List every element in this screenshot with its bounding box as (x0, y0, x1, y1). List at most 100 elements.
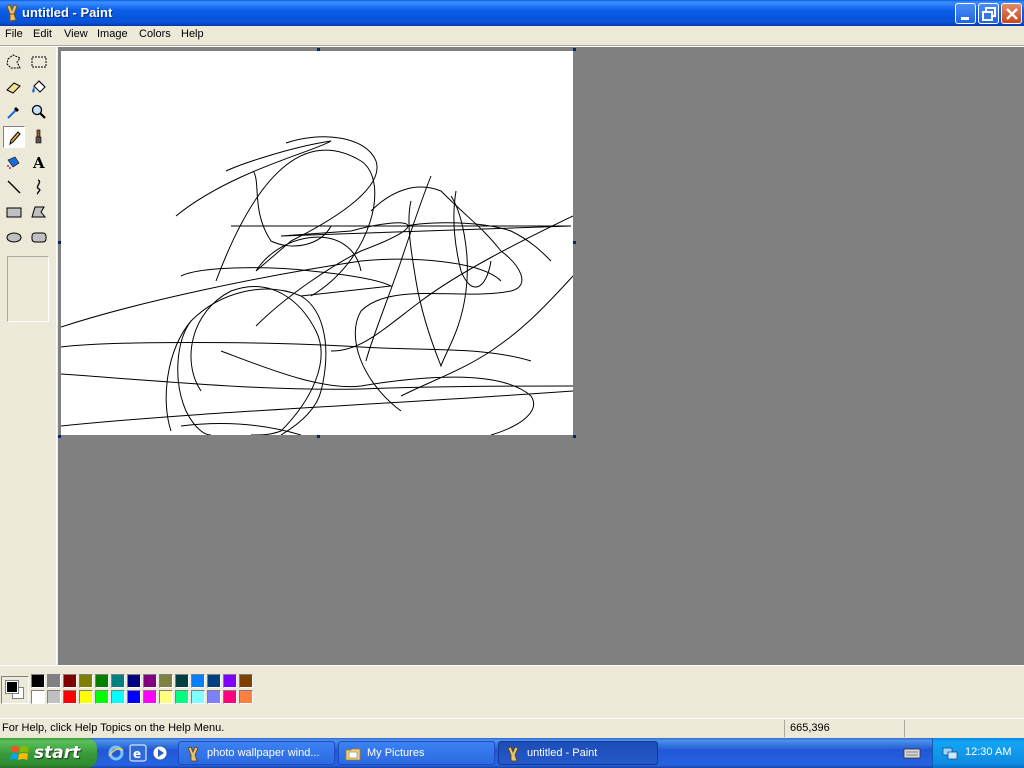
menu-bar: File Edit View Image Colors Help (0, 26, 1024, 45)
palette-swatch[interactable] (175, 674, 189, 688)
palette-swatch[interactable] (95, 690, 109, 704)
window-title: untitled - Paint (22, 5, 113, 20)
paint-icon (187, 746, 199, 762)
status-bar: For Help, click Help Topics on the Help … (0, 718, 1024, 738)
menu-colors[interactable]: Colors (139, 28, 171, 40)
internet-explorer-icon[interactable] (107, 744, 125, 762)
resize-handle-top (317, 48, 320, 51)
rounded-rect-tool[interactable] (28, 226, 50, 248)
palette-swatch[interactable] (239, 674, 253, 688)
palette-swatch[interactable] (47, 674, 61, 688)
taskbar: start e photo wallpaper wind... My Pictu… (0, 738, 1024, 768)
resize-handle-left (58, 241, 61, 244)
palette-swatch[interactable] (95, 674, 109, 688)
taskbar-item-label: My Pictures (367, 747, 425, 759)
pencil-icon (9, 131, 21, 146)
line-icon (7, 180, 21, 194)
palette-swatch[interactable] (223, 690, 237, 704)
menu-help[interactable]: Help (181, 28, 204, 40)
ellipse-icon (6, 232, 22, 243)
resize-handle-bottom-right[interactable] (573, 435, 576, 438)
palette-swatch[interactable] (239, 690, 253, 704)
eraser-tool[interactable] (3, 76, 25, 98)
title-bar[interactable]: untitled - Paint (0, 0, 1024, 26)
start-button[interactable]: start (0, 738, 97, 768)
folder-icon (345, 748, 361, 761)
minimize-button[interactable] (955, 3, 976, 24)
brush-tool[interactable] (28, 126, 50, 148)
eraser-icon (6, 82, 21, 94)
palette-swatch[interactable] (207, 674, 221, 688)
palette-swatch[interactable] (223, 674, 237, 688)
keyboard-icon[interactable] (903, 745, 921, 763)
color-picker-tool[interactable] (3, 101, 25, 123)
palette-swatch[interactable] (31, 674, 45, 688)
resize-handle-right[interactable] (573, 241, 576, 244)
tool-options-panel[interactable] (7, 256, 49, 322)
airbrush-tool[interactable] (3, 151, 25, 173)
polygon-tool[interactable] (28, 201, 50, 223)
menu-file[interactable]: File (5, 28, 23, 40)
palette-swatch[interactable] (175, 690, 189, 704)
network-icon[interactable] (942, 745, 958, 761)
paint-app-icon[interactable] (4, 4, 20, 22)
polygon-icon (31, 206, 47, 218)
menu-view[interactable]: View (64, 28, 88, 40)
color-box (0, 665, 1024, 713)
ellipse-tool[interactable] (3, 226, 25, 248)
paint-icon (507, 746, 519, 762)
menu-edit[interactable]: Edit (33, 28, 52, 40)
palette-swatch[interactable] (79, 674, 93, 688)
resize-handle-bottom[interactable] (317, 435, 320, 438)
text-tool[interactable]: A (28, 151, 50, 173)
palette-swatch[interactable] (111, 690, 125, 704)
palette-swatch[interactable] (159, 690, 173, 704)
palette-swatch[interactable] (207, 690, 221, 704)
palette-swatch[interactable] (63, 690, 77, 704)
palette-swatch[interactable] (111, 674, 125, 688)
restore-icon (982, 7, 996, 21)
fill-icon (32, 80, 46, 93)
magnifier-icon (31, 104, 46, 119)
current-colors (1, 676, 29, 704)
palette-swatch[interactable] (47, 690, 61, 704)
palette-swatch[interactable] (191, 690, 205, 704)
foreground-color-swatch (5, 680, 19, 694)
rectangle-icon (6, 207, 22, 218)
outlook-express-icon[interactable]: e (129, 744, 147, 762)
palette-swatch[interactable] (143, 674, 157, 688)
palette-swatch[interactable] (143, 690, 157, 704)
palette-swatch[interactable] (127, 690, 141, 704)
curve-tool[interactable] (28, 176, 50, 198)
palette-swatch[interactable] (31, 690, 45, 704)
line-tool[interactable] (3, 176, 25, 198)
rect-select-tool[interactable] (28, 51, 50, 73)
magnifier-tool[interactable] (28, 101, 50, 123)
taskbar-item-photo-wallpaper[interactable]: photo wallpaper wind... (178, 741, 335, 765)
pencil-tool[interactable] (3, 126, 25, 148)
svg-text:e: e (133, 747, 141, 761)
palette-swatch[interactable] (127, 674, 141, 688)
free-form-select-icon (6, 54, 21, 69)
curve-icon (36, 179, 41, 195)
status-help-text: For Help, click Help Topics on the Help … (2, 722, 225, 734)
drawing-canvas[interactable] (61, 51, 573, 435)
palette-swatch[interactable] (79, 690, 93, 704)
media-player-icon[interactable] (151, 744, 169, 762)
fill-tool[interactable] (28, 76, 50, 98)
resize-handle-bottom-left (58, 435, 61, 438)
close-button[interactable] (1001, 3, 1022, 24)
palette-swatch[interactable] (159, 674, 173, 688)
color-picker-icon (7, 107, 19, 119)
palette-swatch[interactable] (63, 674, 77, 688)
airbrush-icon (7, 156, 20, 169)
restore-button[interactable] (978, 3, 999, 24)
free-form-select-tool[interactable] (3, 51, 25, 73)
clock[interactable]: 12:30 AM (965, 746, 1011, 758)
palette-swatch[interactable] (191, 674, 205, 688)
rectangle-tool[interactable] (3, 201, 25, 223)
rect-select-icon (31, 56, 47, 68)
taskbar-item-untitled-paint[interactable]: untitled - Paint (498, 741, 658, 765)
taskbar-item-my-pictures[interactable]: My Pictures (338, 741, 495, 765)
menu-image[interactable]: Image (97, 28, 128, 40)
